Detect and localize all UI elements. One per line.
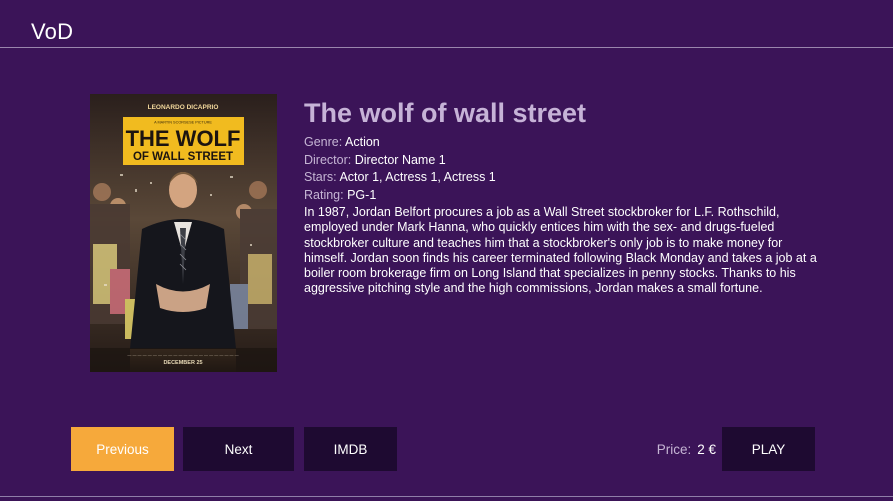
price-display: Price: 2 € <box>632 427 716 471</box>
poster-actor-text: LEONARDO DICAPRIO <box>148 104 219 111</box>
bottom-divider <box>0 496 893 497</box>
poster-title-line1: THE WOLF <box>126 126 241 151</box>
price-label: Price: <box>656 441 692 457</box>
vod-app: VoD LEONARDO DICAPRIO A MARTIN SCORSESE … <box>0 0 893 501</box>
svg-text:— — — — — — — — — — — — — — —: — — — — — — — — — — — — — — — — — — — — … <box>127 352 238 357</box>
price-value: 2 € <box>697 441 716 457</box>
poster-director-credit: A MARTIN SCORSESE PICTURE <box>154 121 212 125</box>
rating-row: Rating: PG-1 <box>304 187 824 205</box>
genre-row: Genre: Action <box>304 134 824 152</box>
movie-synopsis: In 1987, Jordan Belfort procures a job a… <box>304 205 817 296</box>
stars-value: Actor 1, Actress 1, Actress 1 <box>339 170 496 184</box>
director-row: Director: Director Name 1 <box>304 152 824 170</box>
movie-title: The wolf of wall street <box>304 98 587 128</box>
imdb-button[interactable]: IMDB <box>304 427 397 471</box>
rating-value: PG-1 <box>347 187 377 202</box>
play-button[interactable]: PLAY <box>722 427 815 471</box>
stars-label: Stars: <box>304 170 337 184</box>
genre-label: Genre: <box>304 135 343 149</box>
genre-value: Action <box>345 135 380 149</box>
director-value: Director Name 1 <box>354 152 446 167</box>
next-button[interactable]: Next <box>183 427 294 471</box>
previous-button[interactable]: Previous <box>71 427 174 471</box>
poster-title-line2: OF WALL STREET <box>133 151 233 163</box>
director-label: Director: <box>304 152 352 167</box>
rating-label: Rating: <box>304 187 344 202</box>
movie-poster: LEONARDO DICAPRIO A MARTIN SCORSESE PICT… <box>90 94 277 372</box>
poster-release-date: DECEMBER 25 <box>163 360 202 366</box>
app-header: VoD <box>0 0 893 48</box>
stars-row: Stars: Actor 1, Actress 1, Actress 1 <box>304 169 824 187</box>
app-title: VoD <box>31 19 74 44</box>
movie-details: The wolf of wall street Genre: Action Di… <box>304 98 824 297</box>
